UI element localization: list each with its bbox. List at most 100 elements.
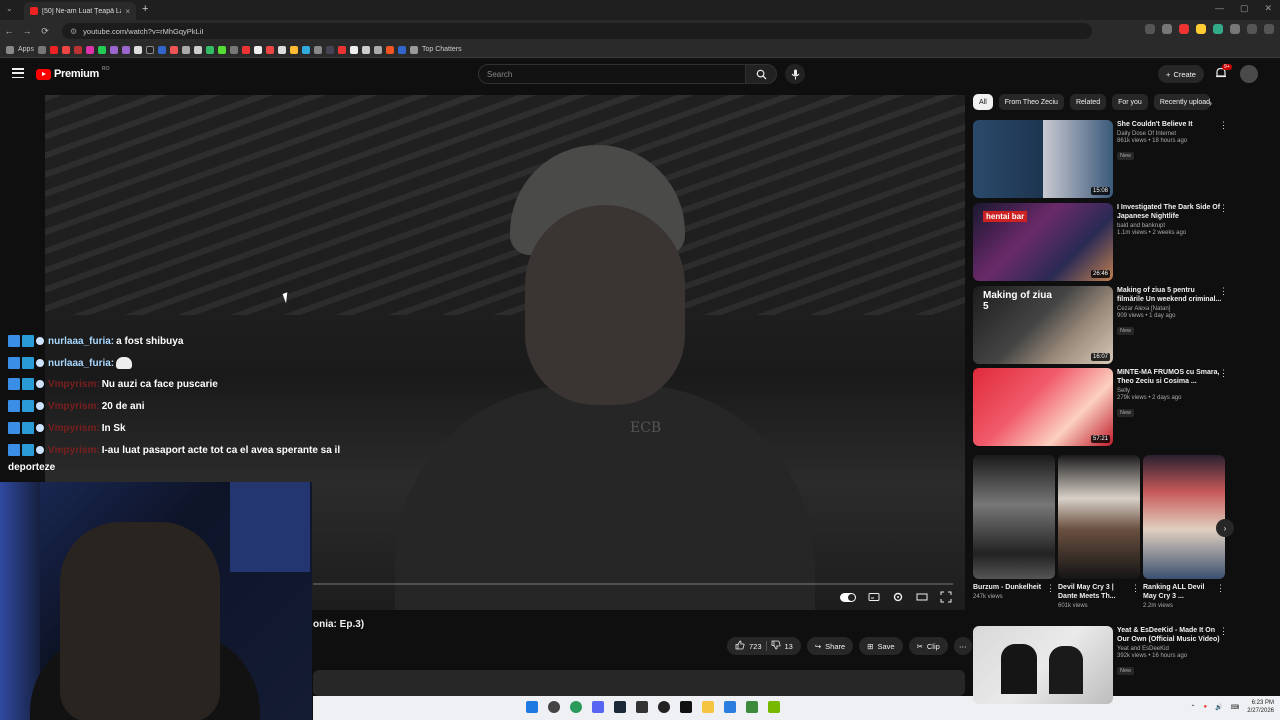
minimize-icon[interactable]: —: [1215, 3, 1224, 14]
steam-icon[interactable]: [614, 701, 626, 713]
discord-icon[interactable]: [592, 701, 604, 713]
more-options-icon[interactable]: ⋮: [1219, 286, 1228, 297]
short-thumbnail[interactable]: [973, 455, 1055, 579]
bookmark-icon[interactable]: [253, 45, 262, 54]
kick-icon[interactable]: [217, 45, 226, 54]
app-icon[interactable]: [724, 701, 736, 713]
apps-icon[interactable]: [6, 45, 14, 54]
close-window-icon[interactable]: ✕: [1264, 3, 1272, 14]
hamburger-menu-icon[interactable]: [12, 68, 24, 78]
address-bar[interactable]: ⚙ youtube.com/watch?v=rMhGqyPkLiI: [62, 23, 1092, 39]
browser-menu-icon[interactable]: [1264, 24, 1274, 34]
theater-mode-icon[interactable]: [916, 591, 928, 603]
twitch-icon[interactable]: [109, 45, 118, 54]
bookmark-icon[interactable]: [325, 45, 334, 54]
short-thumbnail[interactable]: [1143, 455, 1225, 579]
video-thumbnail[interactable]: hentai bar 26:46: [973, 203, 1113, 281]
bookmark-icon[interactable]: [337, 45, 346, 54]
app-icon[interactable]: [680, 701, 692, 713]
recommended-video[interactable]: 15:08 She Couldn't Believe It Daily Dose O…: [973, 120, 1233, 198]
close-tab-icon[interactable]: ×: [125, 7, 130, 16]
channel-name[interactable]: Daily Dose Of Internet: [1117, 131, 1223, 137]
channel-name[interactable]: Cezar Alexa [Natan]: [1117, 306, 1223, 312]
bookmark-icon[interactable]: [241, 45, 250, 54]
bookmark-icon[interactable]: [289, 45, 298, 54]
bookmark-icon[interactable]: [277, 45, 286, 54]
whatsapp-icon[interactable]: [97, 45, 106, 54]
video-title[interactable]: I Investigated The Dark Side Of Japanese…: [1117, 203, 1223, 221]
volume-icon[interactable]: 🔊: [1215, 704, 1222, 711]
more-actions-button[interactable]: ⋯: [953, 637, 972, 655]
short-title[interactable]: Burzum - Dunkelheit: [973, 583, 1045, 592]
maximize-icon[interactable]: ▢: [1240, 3, 1249, 14]
bookmark-icon[interactable]: [205, 45, 214, 54]
recommended-video[interactable]: Yeat & EsDeeKid - Made It On Our Own (Of…: [973, 626, 1233, 704]
short-video[interactable]: Burzum - Dunkelheit 247k views ⋮: [973, 455, 1055, 600]
extension-icon[interactable]: [1213, 24, 1223, 34]
twitch-icon[interactable]: [121, 45, 130, 54]
create-button[interactable]: + Create: [1158, 65, 1204, 83]
channel-name[interactable]: Yeat and EsDeeKid: [1117, 646, 1223, 652]
more-options-icon[interactable]: ⋮: [1216, 583, 1225, 594]
more-options-icon[interactable]: ⋮: [1219, 626, 1228, 637]
bookmark-icon[interactable]: [301, 45, 310, 54]
video-thumbnail[interactable]: 15:08: [973, 120, 1113, 198]
app-icon[interactable]: [658, 701, 670, 713]
like-button[interactable]: [735, 640, 745, 652]
profile-icon[interactable]: [1247, 24, 1257, 34]
x-icon[interactable]: [133, 45, 142, 54]
video-progress-bar[interactable]: [313, 583, 953, 585]
video-thumbnail[interactable]: Making of ziua 5 16:07: [973, 286, 1113, 364]
more-options-icon[interactable]: ⋮: [1219, 203, 1228, 214]
extensions-puzzle-icon[interactable]: [1230, 24, 1240, 34]
video-title[interactable]: Yeat & EsDeeKid - Made It On Our Own (Of…: [1117, 626, 1223, 644]
settings-gear-icon[interactable]: [892, 591, 904, 603]
subtitles-icon[interactable]: [868, 591, 880, 603]
reload-icon[interactable]: ⟳: [36, 26, 54, 37]
nvidia-icon[interactable]: [768, 701, 780, 713]
short-thumbnail[interactable]: [1058, 455, 1140, 579]
video-thumbnail[interactable]: [973, 626, 1113, 704]
microphone-icon[interactable]: ●: [1204, 704, 1208, 710]
recommended-video[interactable]: 57:21 MINTE-MA FRUMOS cu Smara, Theo Zeci…: [973, 368, 1233, 446]
bookmark-icon[interactable]: [229, 45, 238, 54]
bookmark-icon[interactable]: [313, 45, 322, 54]
filter-chip[interactable]: For you: [1112, 94, 1148, 110]
youtube-premium-logo[interactable]: Premium RO: [36, 66, 109, 80]
voice-search-button[interactable]: [785, 64, 805, 84]
video-thumbnail[interactable]: 57:21: [973, 368, 1113, 446]
more-options-icon[interactable]: ⋮: [1219, 368, 1228, 379]
search-input[interactable]: Search: [478, 64, 746, 84]
bookmark-icon[interactable]: [385, 45, 394, 54]
account-avatar[interactable]: [1240, 65, 1258, 83]
browser-tab[interactable]: [50] Ne-am Luat Țeapă La Targ... ×: [24, 2, 136, 20]
bookmark-top-chatters[interactable]: Top Chatters: [422, 46, 462, 53]
bookmark-star-icon[interactable]: [1162, 24, 1172, 34]
filter-chip[interactable]: From Theo Zeciu: [998, 94, 1064, 110]
autoplay-toggle[interactable]: [840, 592, 856, 602]
extension-icon[interactable]: [1196, 24, 1206, 34]
facebook-icon[interactable]: [157, 45, 166, 54]
top-chatters-icon[interactable]: [409, 45, 418, 54]
channel-name[interactable]: bald and bankrupt: [1117, 223, 1223, 229]
description-box[interactable]: [313, 670, 965, 696]
clock[interactable]: 6:23 PM 2/27/2026: [1247, 699, 1274, 715]
share-button[interactable]: ↪ Share: [806, 637, 854, 655]
back-icon[interactable]: ←: [0, 26, 18, 36]
channel-name[interactable]: Selly: [1117, 388, 1223, 394]
bookmark-icon[interactable]: [361, 45, 370, 54]
chrome-icon[interactable]: [570, 701, 582, 713]
dislike-button[interactable]: [771, 640, 781, 652]
more-options-icon[interactable]: ⋮: [1219, 120, 1228, 131]
filter-chip[interactable]: All: [973, 94, 993, 110]
extension-icon[interactable]: [1179, 24, 1189, 34]
recommended-video[interactable]: Making of ziua 5 16:07 Making of ziua 5 pe…: [973, 286, 1233, 364]
video-title[interactable]: Making of ziua 5 pentru filmările Un wee…: [1117, 286, 1223, 304]
bookmark-icon[interactable]: [73, 45, 82, 54]
bookmark-icon[interactable]: [373, 45, 382, 54]
short-video[interactable]: Ranking ALL Devil May Cry 3 ... 2.2m view…: [1143, 455, 1225, 609]
bookmark-icon[interactable]: [265, 45, 274, 54]
short-video[interactable]: Devil May Cry 3 | Dante Meets Th... 601k …: [1058, 455, 1140, 609]
bookmark-icon[interactable]: [349, 45, 358, 54]
filter-chip[interactable]: Related: [1069, 94, 1107, 110]
